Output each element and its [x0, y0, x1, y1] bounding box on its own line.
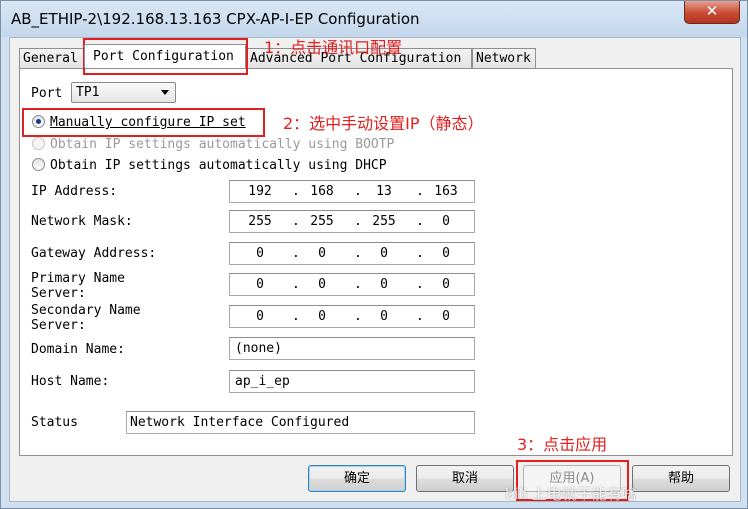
ip-dot: .: [292, 277, 300, 292]
tab-general[interactable]: General: [19, 48, 84, 68]
ip-dot: .: [416, 277, 424, 292]
ip-octet: 168: [310, 184, 334, 199]
ip-octet: 255: [248, 214, 272, 229]
port-select[interactable]: TP1: [71, 82, 176, 103]
ip-octet: 0: [256, 277, 264, 292]
ip-octet: 255: [372, 214, 396, 229]
ip-dot: .: [416, 309, 424, 324]
network-mask-field[interactable]: 255 . 255 . 255 . 0: [229, 210, 475, 233]
tab-port-configuration[interactable]: Port Configuration: [84, 44, 246, 68]
ip-dot: .: [292, 214, 300, 229]
close-icon: ✕: [705, 2, 719, 20]
status-value: Network Interface Configured: [130, 415, 350, 430]
ip-octet: 0: [442, 246, 450, 261]
ip-octet: 0: [380, 246, 388, 261]
ip-octet: 0: [442, 309, 450, 324]
ip-octet: 13: [376, 184, 392, 199]
ip-octet: 0: [256, 309, 264, 324]
annotation-box-manual: [22, 108, 265, 137]
ip-octet: 0: [318, 277, 326, 292]
host-name-value: ap_i_ep: [235, 374, 290, 389]
ip-octet: 0: [442, 214, 450, 229]
host-name-input[interactable]: ap_i_ep: [229, 370, 475, 393]
ip-dot: .: [354, 184, 362, 199]
annotation-step1: 1：点击通讯口配置: [264, 38, 403, 57]
ip-octet: 0: [442, 277, 450, 292]
ip-dot: .: [292, 184, 300, 199]
ip-octet: 0: [318, 246, 326, 261]
ip-octet: 0: [380, 309, 388, 324]
annotation-step2: 2：选中手动设置IP（静态）: [283, 114, 484, 133]
cancel-button[interactable]: 取消: [416, 465, 514, 492]
domain-name-input[interactable]: (none): [229, 337, 475, 360]
ip-dot: .: [416, 246, 424, 261]
ip-octet: 192: [248, 184, 272, 199]
status-field: Network Interface Configured: [126, 411, 475, 434]
status-label: Status: [31, 415, 78, 430]
port-select-value: TP1: [76, 85, 100, 100]
primary-name-server-field[interactable]: 0 . 0 . 0 . 0: [229, 273, 475, 296]
ip-octet: 0: [256, 246, 264, 261]
ip-octet: 163: [434, 184, 458, 199]
ip-dot: .: [292, 246, 300, 261]
annotation-step3: 3：点击应用: [517, 435, 608, 454]
network-mask-label: Network Mask:: [31, 214, 133, 229]
secondary-name-server-label-1: Secondary Name: [31, 303, 141, 318]
primary-name-server-label-2: Server:: [31, 286, 86, 301]
secondary-name-server-label-2: Server:: [31, 318, 86, 333]
host-name-label: Host Name:: [31, 374, 110, 389]
ip-octet: 0: [380, 277, 388, 292]
tab-network[interactable]: Network: [472, 48, 536, 68]
ip-octet: 255: [310, 214, 334, 229]
ip-address-label: IP Address:: [31, 184, 118, 199]
port-label: Port: [31, 86, 63, 101]
ip-octet: 0: [318, 309, 326, 324]
radio-bootp-label: Obtain IP settings automatically using B…: [50, 137, 395, 152]
secondary-name-server-field[interactable]: 0 . 0 . 0 . 0: [229, 305, 475, 328]
title-bar[interactable]: AB_ETHIP-2\192.168.13.163 CPX-AP-I-EP Co…: [1, 1, 747, 37]
window-title: AB_ETHIP-2\192.168.13.163 CPX-AP-I-EP Co…: [11, 10, 420, 28]
radio-dhcp-label[interactable]: Obtain IP settings automatically using D…: [50, 158, 387, 173]
domain-name-label: Domain Name:: [31, 342, 125, 357]
close-button[interactable]: ✕: [684, 1, 740, 24]
ip-dot: .: [416, 184, 424, 199]
ip-dot: .: [354, 277, 362, 292]
ip-dot: .: [354, 246, 362, 261]
gateway-address-field[interactable]: 0 . 0 . 0 . 0: [229, 242, 475, 265]
ip-dot: .: [292, 309, 300, 324]
help-button[interactable]: 帮助: [632, 465, 730, 492]
ip-address-field[interactable]: 192 . 168 . 13 . 163: [229, 180, 475, 203]
ip-dot: .: [354, 309, 362, 324]
ip-dot: .: [416, 214, 424, 229]
ip-dot: .: [354, 214, 362, 229]
watermark: bili 上电就干能有啥: [505, 485, 637, 503]
gateway-address-label: Gateway Address:: [31, 246, 157, 261]
radio-dhcp[interactable]: [32, 158, 45, 171]
domain-name-value: (none): [235, 341, 282, 356]
radio-bootp: [32, 137, 45, 150]
chevron-down-icon: [161, 90, 169, 95]
ok-button[interactable]: 确定: [308, 465, 406, 492]
primary-name-server-label-1: Primary Name: [31, 271, 125, 286]
